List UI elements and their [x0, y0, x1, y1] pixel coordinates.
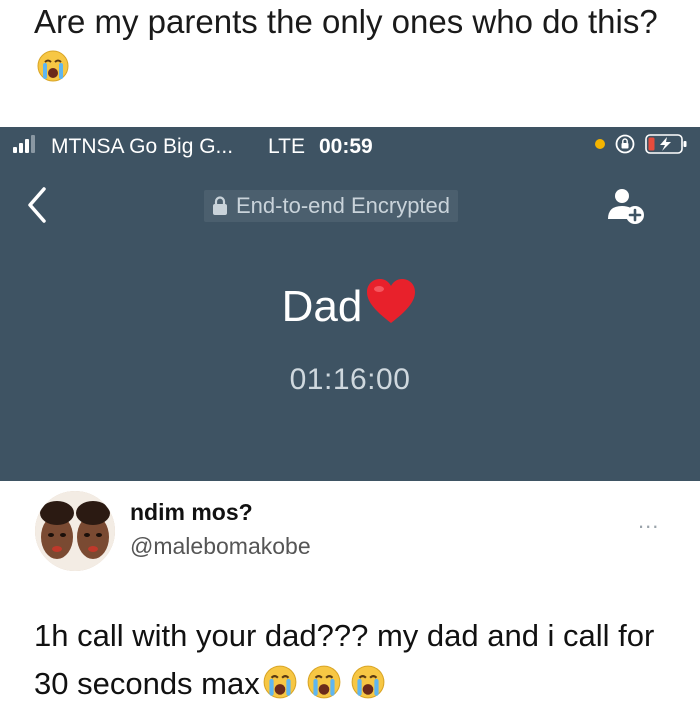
caller-name-text: Dad — [281, 282, 363, 331]
battery-charging-icon — [645, 133, 689, 155]
headline-text: Are my parents the only ones who do this… — [34, 3, 658, 40]
chevron-left-icon — [28, 187, 46, 223]
add-contact-button[interactable] — [604, 185, 652, 227]
avatar[interactable] — [35, 491, 115, 571]
crying-face-icon — [36, 49, 70, 94]
carrier-name: MTNSA Go Big G... — [51, 135, 234, 158]
status-time: 00:59 — [319, 135, 373, 158]
user-handle[interactable]: @malebomakobe — [130, 533, 311, 560]
encryption-badge: End-to-end Encrypted — [204, 190, 459, 222]
caller-name: Dad — [0, 277, 700, 338]
display-name[interactable]: ndim mos? — [130, 499, 253, 526]
tweet-body: 1h call with your dad??? my dad and i ca… — [34, 618, 655, 701]
lock-icon — [213, 196, 227, 215]
encryption-label: End-to-end Encrypted — [236, 193, 451, 218]
orange-dot-indicator — [595, 139, 605, 149]
post-headline: Are my parents the only ones who do this… — [34, 0, 674, 94]
network-type: LTE — [268, 135, 305, 158]
crying-face-icon — [350, 664, 386, 714]
red-heart-icon — [364, 277, 418, 338]
status-bar: MTNSA Go Big G... LTE 00:59 — [0, 127, 700, 163]
crying-face-icon — [306, 664, 342, 714]
more-options-icon[interactable]: ... — [638, 508, 659, 534]
signal-icon — [13, 135, 43, 153]
call-duration: 01:16:00 — [289, 363, 411, 396]
back-button[interactable] — [22, 185, 52, 225]
crying-face-icon — [262, 664, 298, 714]
tweet-text: 1h call with your dad??? my dad and i ca… — [34, 612, 674, 714]
rotation-lock-icon — [614, 133, 636, 155]
call-screen: MTNSA Go Big G... LTE 00:59 End-to-end E… — [0, 127, 700, 481]
add-person-icon — [608, 189, 644, 224]
